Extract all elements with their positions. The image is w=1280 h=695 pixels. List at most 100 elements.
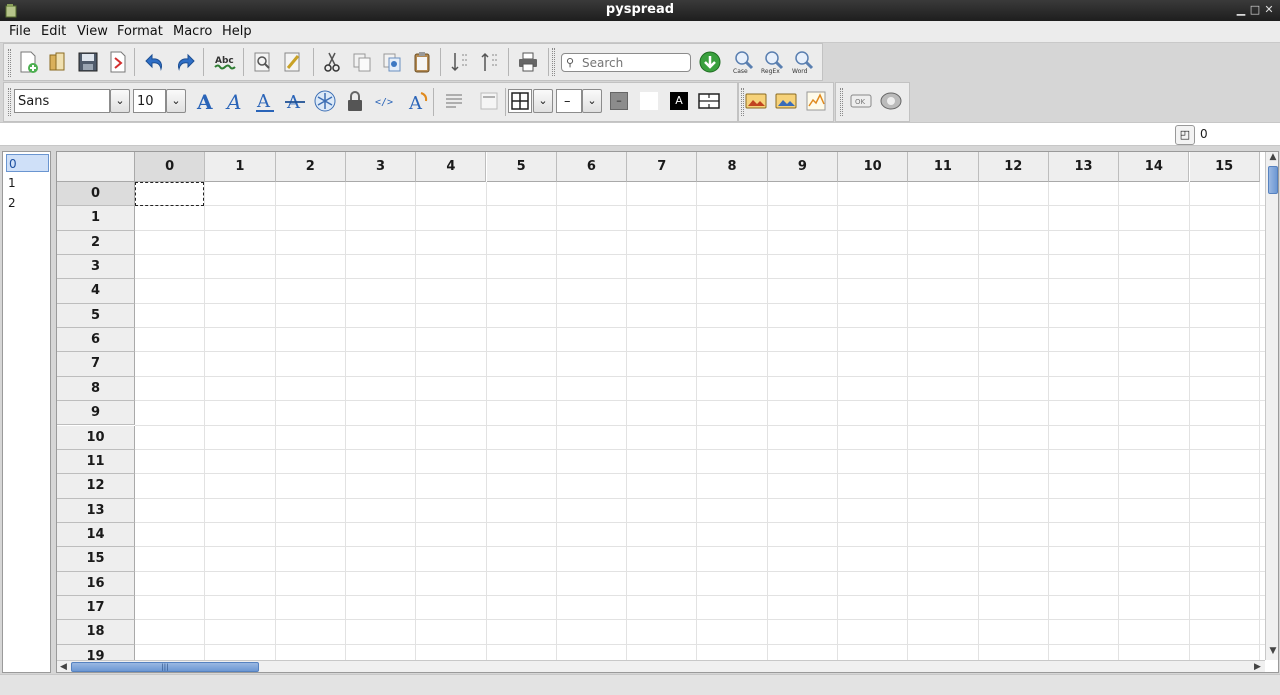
close-icon[interactable]: ✕ — [1262, 3, 1276, 17]
menu-view[interactable]: View — [77, 24, 108, 39]
freeze-icon[interactable] — [313, 89, 337, 113]
row-header[interactable]: 2 — [57, 230, 135, 256]
print-preview-icon[interactable] — [251, 50, 275, 74]
justify-icon[interactable] — [442, 89, 466, 113]
search-input[interactable] — [582, 55, 687, 70]
column-header[interactable]: 7 — [627, 152, 698, 182]
link-image-icon[interactable] — [774, 89, 798, 113]
font-select[interactable]: Sans — [14, 89, 110, 113]
row-header[interactable]: 1 — [57, 206, 135, 231]
row-header[interactable]: 9 — [57, 401, 135, 426]
column-header[interactable]: 4 — [416, 152, 487, 182]
line-width-select[interactable]: – — [556, 89, 582, 113]
row-header[interactable]: 6 — [57, 328, 135, 353]
table-list-item[interactable]: 0 — [6, 154, 49, 172]
open-file-icon[interactable] — [46, 50, 70, 74]
menu-edit[interactable]: Edit — [41, 24, 66, 39]
find-replace-icon[interactable] — [281, 50, 305, 74]
row-header[interactable]: 13 — [57, 498, 135, 523]
ok-icon[interactable]: OK — [849, 89, 873, 113]
background-color-icon[interactable] — [640, 92, 658, 110]
toolbar-grip[interactable] — [8, 49, 11, 77]
row-header[interactable]: 14 — [57, 522, 135, 548]
row-header[interactable]: 16 — [57, 571, 135, 596]
row-header[interactable]: 7 — [57, 352, 135, 377]
font-dropdown-chevron-icon[interactable]: ⌄ — [110, 89, 130, 113]
lock-icon[interactable] — [343, 89, 367, 113]
spellcheck-icon[interactable]: Abc — [213, 50, 237, 74]
horizontal-scrollbar[interactable]: ◀ ||| ▶ — [57, 660, 1265, 672]
horizontal-scroll-thumb[interactable]: ||| — [71, 662, 259, 672]
search-go-icon[interactable] — [698, 50, 722, 74]
row-header[interactable]: 4 — [57, 279, 135, 304]
vertical-scrollbar[interactable]: ▲ ▼ — [1265, 152, 1278, 660]
column-header[interactable]: 10 — [838, 152, 909, 182]
row-header[interactable]: 10 — [57, 425, 135, 450]
maximize-icon[interactable]: □ — [1248, 3, 1262, 17]
export-pdf-icon[interactable] — [106, 50, 130, 74]
markup-icon[interactable]: </> — [373, 89, 397, 113]
bold-icon[interactable]: A — [193, 89, 217, 113]
vertical-scroll-thumb[interactable] — [1268, 166, 1278, 194]
menu-macro[interactable]: Macro — [173, 24, 212, 39]
preferences-icon[interactable] — [879, 89, 903, 113]
row-header[interactable]: 0 — [57, 182, 135, 207]
scroll-right-icon[interactable]: ▶ — [1251, 661, 1264, 672]
row-header[interactable]: 15 — [57, 547, 135, 572]
column-header[interactable]: 2 — [275, 152, 346, 182]
strikethrough-icon[interactable]: A — [283, 89, 307, 113]
column-header[interactable]: 3 — [345, 152, 417, 182]
print-icon[interactable] — [516, 50, 540, 74]
border-choice-icon[interactable] — [508, 89, 532, 113]
column-header[interactable]: 9 — [767, 152, 838, 182]
insert-image-icon[interactable] — [744, 89, 768, 113]
column-header[interactable]: 15 — [1189, 152, 1260, 182]
font-size-select[interactable]: 10 — [133, 89, 166, 113]
copy-results-icon[interactable] — [380, 50, 404, 74]
row-header[interactable]: 8 — [57, 376, 135, 402]
cut-icon[interactable] — [320, 50, 344, 74]
entry-line[interactable]: ◰ 0 — [0, 122, 1280, 146]
underline-icon[interactable]: A — [253, 89, 277, 113]
sort-ascending-icon[interactable] — [448, 50, 472, 74]
column-header[interactable]: 1 — [205, 152, 276, 182]
toolbar-grip[interactable] — [840, 88, 843, 116]
row-header[interactable]: 5 — [57, 303, 135, 329]
zoom-toggle-icon[interactable]: ◰ — [1175, 125, 1195, 145]
scroll-down-icon[interactable]: ▼ — [1266, 646, 1278, 659]
menu-format[interactable]: Format — [117, 24, 163, 39]
save-icon[interactable] — [76, 50, 100, 74]
row-header[interactable]: 12 — [57, 474, 135, 499]
border-choice-chevron-icon[interactable]: ⌄ — [533, 89, 553, 113]
font-size-chevron-icon[interactable]: ⌄ — [166, 89, 186, 113]
insert-chart-icon[interactable] — [804, 89, 828, 113]
table-list-item[interactable]: 2 — [6, 194, 49, 212]
paste-icon[interactable] — [410, 50, 434, 74]
text-color-icon[interactable]: A — [670, 92, 688, 110]
line-width-chevron-icon[interactable]: ⌄ — [582, 89, 602, 113]
column-header[interactable]: 8 — [697, 152, 768, 182]
undo-icon[interactable] — [143, 50, 167, 74]
grid-corner[interactable] — [57, 152, 135, 182]
column-header[interactable]: 6 — [556, 152, 628, 182]
line-color-icon[interactable]: – — [610, 92, 628, 110]
column-header[interactable]: 14 — [1119, 152, 1190, 182]
copy-icon[interactable] — [350, 50, 374, 74]
redo-icon[interactable] — [173, 50, 197, 74]
table-list-item[interactable]: 1 — [6, 174, 49, 192]
merge-cells-icon[interactable] — [697, 89, 721, 113]
minimize-icon[interactable]: ▁ — [1234, 3, 1248, 17]
column-header[interactable]: 12 — [978, 152, 1049, 182]
column-header[interactable]: 0 — [135, 152, 206, 182]
row-header[interactable]: 3 — [57, 255, 135, 280]
new-file-icon[interactable] — [16, 50, 40, 74]
scroll-up-icon[interactable]: ▲ — [1266, 152, 1278, 165]
search-field[interactable]: ⚲ — [561, 53, 691, 72]
column-header[interactable]: 13 — [1048, 152, 1120, 182]
scroll-left-icon[interactable]: ◀ — [57, 661, 70, 672]
row-header[interactable]: 17 — [57, 595, 135, 621]
row-header[interactable]: 18 — [57, 620, 135, 645]
column-header[interactable]: 11 — [908, 152, 979, 182]
italic-icon[interactable]: A — [223, 89, 247, 113]
valign-icon[interactable] — [477, 89, 501, 113]
